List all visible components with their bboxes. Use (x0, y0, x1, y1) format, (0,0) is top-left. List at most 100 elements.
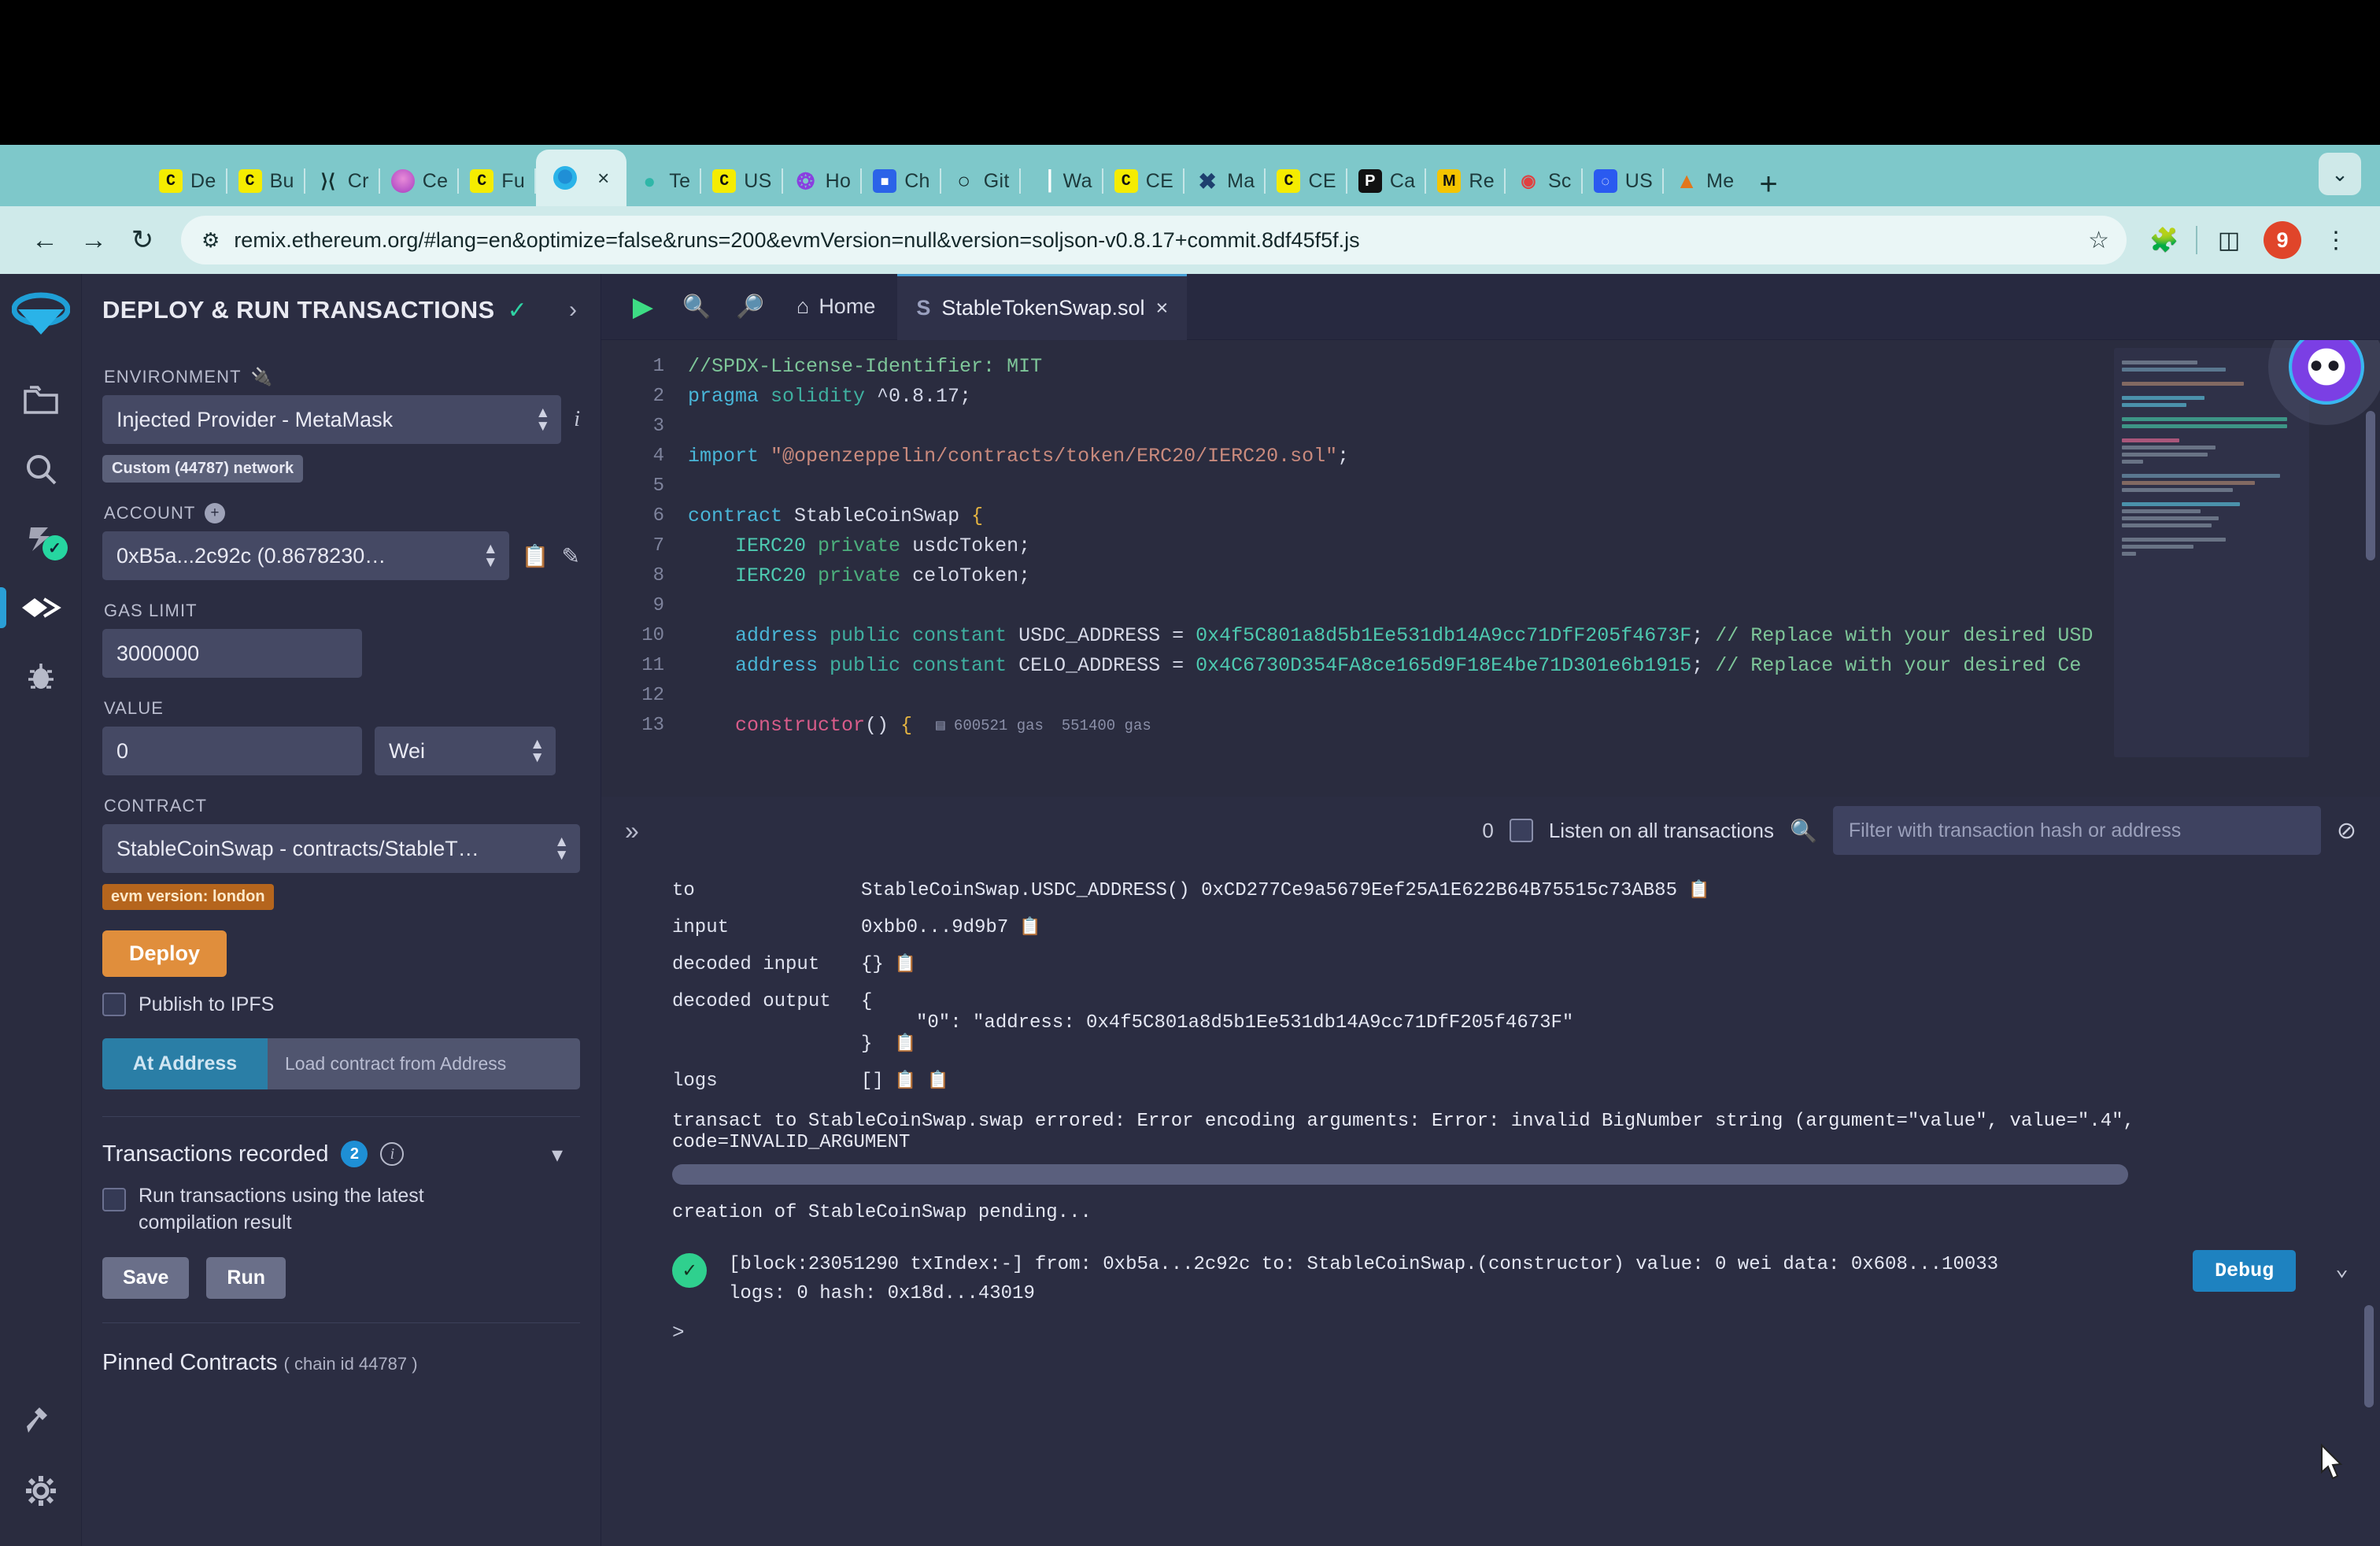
zoom-in-icon[interactable]: 🔎 (726, 283, 774, 331)
browser-tab[interactable]: ■ Ch (862, 156, 941, 206)
browser-menu-icon[interactable]: ⋮ (2312, 216, 2360, 264)
browser-tab-active-remix[interactable]: × (536, 150, 627, 206)
listen-all-transactions-checkbox[interactable] (1509, 819, 1533, 842)
browser-tab[interactable]: ● Te (626, 156, 702, 206)
bookmark-star-icon[interactable]: ☆ (2088, 227, 2109, 254)
sidebar-item-plugin-manager[interactable] (8, 1387, 74, 1456)
code-editor[interactable]: 1 //SPDX-License-Identifier: MIT 2 pragma s… (601, 340, 2380, 797)
play-icon[interactable]: ▶ (619, 283, 667, 331)
address-bar[interactable]: ⚙ remix.ethereum.org/#lang=en&optimize=f… (181, 216, 2127, 264)
browser-tab[interactable]: C CE (1266, 156, 1348, 206)
run-button[interactable]: Run (206, 1256, 286, 1299)
copy-icon[interactable]: 📋 (1019, 917, 1040, 938)
browser-tab[interactable]: Ce (380, 156, 460, 206)
environment-select[interactable]: Injected Provider - MetaMask ▲ ▼ (102, 395, 562, 444)
terminal-output[interactable]: to StableCoinSwap.USDC_ADDRESS() 0xCD277… (601, 864, 2380, 1546)
chevron-right-icon[interactable]: › (569, 297, 577, 324)
debug-button[interactable]: Debug (2193, 1250, 2297, 1292)
browser-tab[interactable]: C CE (1103, 156, 1185, 206)
browser-tab[interactable]: ○ Git (941, 156, 1021, 206)
browser-tab[interactable]: ❂ Ho (783, 156, 863, 206)
copy-icon-2[interactable]: 📋 (927, 1071, 948, 1091)
browser-tab[interactable]: ◉ Sc (1506, 156, 1583, 206)
zoom-out-icon[interactable]: 🔍 (672, 283, 721, 331)
browser-tab[interactable]: P Ca (1347, 156, 1427, 206)
site-settings-icon[interactable]: ⚙ (201, 228, 220, 253)
search-icon[interactable]: 🔍 (1790, 818, 1817, 844)
sidebar-item-solidity-compiler[interactable]: ✓ (8, 504, 74, 573)
value-input[interactable]: 0 (102, 727, 362, 775)
contract-select[interactable]: StableCoinSwap - contracts/StableT… ▲ ▼ (102, 824, 580, 873)
sidebar-item-deploy-run-transactions[interactable] (0, 573, 74, 642)
clear-terminal-icon[interactable]: ⊘ (2337, 817, 2356, 845)
collapse-terminal-icon[interactable]: » (625, 816, 639, 845)
close-icon[interactable]: × (597, 166, 609, 190)
terminal-horizontal-scrollbar[interactable] (672, 1164, 2128, 1185)
row-value-block: { "0": "address: 0x4f5C801a8d5b1Ee531db1… (861, 991, 1573, 1055)
terminal-scrollbar[interactable] (2364, 1305, 2374, 1407)
sign-message-icon[interactable]: ✎ (562, 543, 580, 569)
browser-tab[interactable]: ▲ Me (1664, 156, 1745, 206)
remix-logo-icon[interactable] (8, 285, 74, 351)
environment-info-icon[interactable]: i (574, 407, 580, 432)
code-line: 5 (601, 471, 2380, 501)
browser-tab[interactable]: C US (701, 156, 783, 206)
run-latest-checkbox[interactable] (102, 1188, 126, 1211)
save-button[interactable]: Save (102, 1256, 190, 1299)
copy-icon[interactable]: 📋 (895, 1071, 916, 1091)
sidebar-item-search[interactable] (8, 435, 74, 504)
editor-tab-stabletokenswap[interactable]: S StableTokenSwap.sol × (897, 273, 1188, 340)
c-yellow-favicon: C (470, 169, 494, 193)
code-line: 12 (601, 680, 2380, 710)
browser-tab[interactable]: C De (148, 156, 227, 206)
sidebar-item-debugger[interactable] (8, 642, 74, 712)
terminal-prompt[interactable]: > (601, 1308, 2380, 1344)
chevron-down-icon[interactable]: ⌄ (2335, 1255, 2349, 1282)
sidebar-item-settings[interactable] (8, 1456, 74, 1526)
run-latest-row[interactable]: Run transactions using the latest compil… (102, 1183, 580, 1237)
teal-favicon: ● (643, 168, 656, 193)
code-minimap[interactable] (2114, 348, 2309, 757)
chevron-down-icon[interactable]: ▾ (552, 1141, 563, 1167)
browser-tab[interactable]: C Bu (227, 156, 305, 206)
terminal-transaction-row[interactable]: ✓ [block:23051290 txIndex:-] from: 0xb5a… (601, 1223, 2380, 1308)
profile-avatar[interactable]: 9 (2264, 221, 2301, 259)
side-panel-icon[interactable]: ◫ (2205, 216, 2252, 264)
browser-tab[interactable]: M Re (1426, 156, 1506, 206)
browser-tab[interactable]: ◌ US (1583, 156, 1665, 206)
deploy-button[interactable]: Deploy (102, 930, 227, 977)
close-icon[interactable]: × (1156, 296, 1169, 320)
at-address-input[interactable]: Load contract from Address (268, 1038, 580, 1089)
copy-account-icon[interactable]: 📋 (522, 543, 549, 569)
back-button[interactable]: ← (20, 216, 69, 264)
transaction-line-1: [block:23051290 txIndex:-] from: 0xb5a..… (729, 1254, 1999, 1275)
copy-icon[interactable]: 📋 (1688, 880, 1709, 901)
browser-tab[interactable]: ⟩⟨ Cr (305, 156, 380, 206)
copy-icon[interactable]: 📋 (895, 1034, 916, 1054)
browser-tab[interactable]: ✖ Ma (1184, 156, 1266, 206)
gas-limit-input[interactable]: 3000000 (102, 629, 362, 678)
tab-list-chevron-icon[interactable]: ⌄ (2319, 153, 2361, 195)
pinned-contracts-header[interactable]: Pinned Contracts ( chain id 44787 ) (102, 1344, 580, 1376)
info-icon[interactable]: i (380, 1142, 405, 1166)
bracket-favicon: ⟩⟨ (320, 170, 336, 192)
browser-tab[interactable]: ▕ Wa (1021, 156, 1103, 206)
plus-circle-icon[interactable]: + (205, 503, 226, 523)
new-tab-button[interactable]: + (1745, 168, 1791, 206)
puzzle-icon[interactable]: 🧩 (2141, 216, 2188, 264)
reload-button[interactable]: ↻ (118, 216, 167, 264)
editor-tab-home[interactable]: ⌂ Home (779, 274, 893, 340)
row-key: to (672, 880, 695, 901)
publish-ipfs-checkbox[interactable] (102, 993, 126, 1016)
editor-scrollbar[interactable] (2366, 411, 2375, 560)
contract-label: CONTRACT (104, 796, 208, 816)
transaction-filter-input[interactable]: Filter with transaction hash or address (1832, 806, 2321, 855)
copy-icon[interactable]: 📋 (895, 954, 916, 975)
account-select[interactable]: 0xB5a...2c92c (0.8678230… ▲ ▼ (102, 531, 509, 580)
sidebar-item-file-explorer[interactable] (8, 365, 74, 435)
forward-button[interactable]: → (69, 216, 118, 264)
value-unit-select[interactable]: Wei ▲ ▼ (375, 727, 556, 775)
browser-tab[interactable]: C Fu (459, 156, 536, 206)
at-address-button[interactable]: At Address (102, 1038, 268, 1089)
publish-ipfs-row[interactable]: Publish to IPFS (102, 993, 580, 1016)
